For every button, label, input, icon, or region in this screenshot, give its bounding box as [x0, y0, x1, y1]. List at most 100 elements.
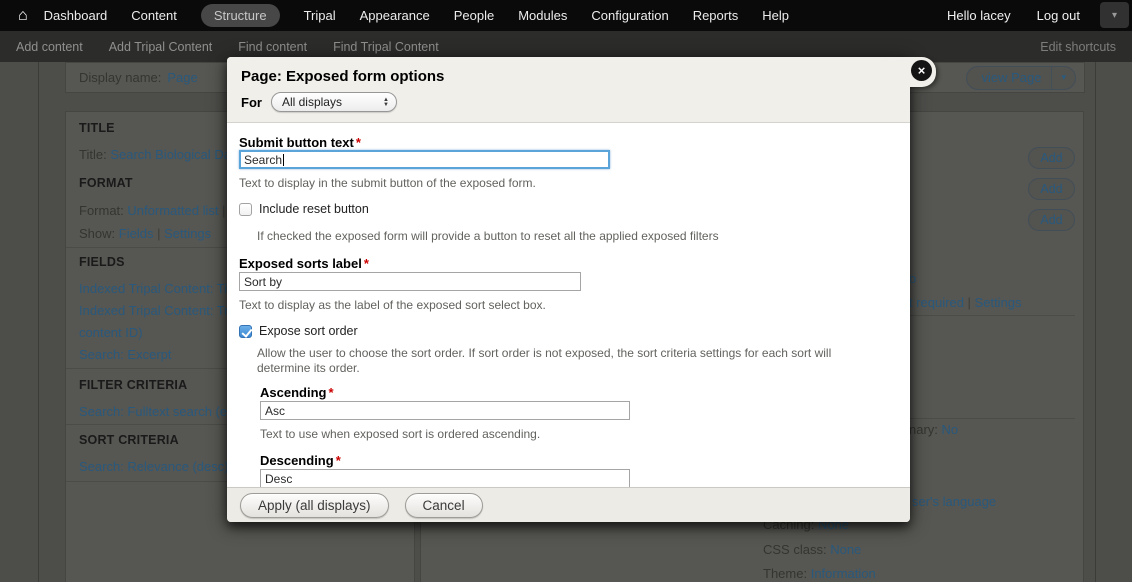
for-displays-selected-value: All displays: [282, 95, 342, 109]
expose-sort-order-description: Allow the user to choose the sort order.…: [257, 346, 885, 376]
clipped-exposed-form-row: t required | Settings: [909, 295, 1022, 310]
text-cursor: [283, 154, 284, 166]
submit-button-text-input[interactable]: [239, 150, 610, 169]
field-link-excerpt[interactable]: Search: Excerpt: [79, 347, 172, 362]
css-class-value-link[interactable]: None: [830, 542, 861, 557]
field-link-content-id-line2[interactable]: content ID): [79, 325, 143, 340]
admin-toolbar: ⌂ Dashboard Content Structure Tripal App…: [0, 0, 1132, 31]
toolbar-item-dashboard[interactable]: Dashboard: [44, 8, 108, 23]
ascending-description: Text to use when exposed sort is ordered…: [260, 427, 540, 442]
toolbar-item-structure[interactable]: Structure: [201, 4, 280, 27]
descending-input[interactable]: [260, 469, 630, 487]
format-row: Format: Unformatted list |: [79, 203, 225, 218]
sort-link-relevance[interactable]: Search: Relevance (desc): [79, 459, 229, 474]
exposed-sorts-label-input[interactable]: [239, 272, 581, 291]
css-class-row: CSS class: None: [763, 542, 861, 557]
include-reset-button-checkbox[interactable]: [239, 203, 252, 216]
expose-sort-order-row: Expose sort order: [239, 324, 358, 338]
clipped-summary-label: nary:: [909, 422, 938, 437]
section-sort-heading: SORT CRITERIA: [79, 433, 179, 448]
close-icon[interactable]: ×: [911, 60, 932, 81]
shortcut-find-tripal-content[interactable]: Find Tripal Content: [333, 40, 439, 54]
view-page-button[interactable]: view Page ▾: [966, 66, 1076, 90]
section-filter-heading: FILTER CRITERIA: [79, 378, 187, 393]
modal-header: Page: Exposed form options For All displ…: [227, 57, 910, 123]
include-reset-button-description: If checked the exposed form will provide…: [257, 229, 719, 244]
clipped-link-no[interactable]: o: [909, 271, 916, 286]
toolbar-item-help[interactable]: Help: [762, 8, 789, 23]
modal-body: Submit button text* Text to display in t…: [227, 123, 910, 487]
clipped-language-link[interactable]: ser's language: [912, 494, 996, 509]
page-right-border: [1095, 62, 1096, 582]
for-label: For: [241, 95, 262, 110]
required-mark: *: [336, 453, 341, 468]
section-fields-heading: FIELDS: [79, 255, 125, 270]
toolbar-item-configuration[interactable]: Configuration: [591, 8, 668, 23]
modal-title: Page: Exposed form options: [241, 68, 896, 85]
add-button[interactable]: Add: [1028, 147, 1075, 169]
screen: ⌂ Dashboard Content Structure Tripal App…: [0, 0, 1132, 582]
separator-pipe: |: [157, 226, 160, 241]
format-link[interactable]: Unformatted list: [127, 203, 218, 218]
required-mark: *: [364, 256, 369, 271]
exposed-form-options-modal: × Page: Exposed form options For All dis…: [227, 57, 910, 522]
home-icon[interactable]: ⌂: [18, 8, 28, 24]
include-reset-button-row: Include reset button: [239, 202, 369, 216]
shortcut-find-content[interactable]: Find content: [238, 40, 307, 54]
theme-row: Theme: Information: [763, 566, 876, 581]
logout-link[interactable]: Log out: [1037, 8, 1080, 23]
submit-button-text-label: Submit button text*: [239, 135, 361, 150]
section-title-heading: TITLE: [79, 121, 115, 136]
exposed-sorts-label: Exposed sorts label*: [239, 256, 369, 271]
expose-sort-order-label: Expose sort order: [259, 324, 358, 338]
descending-label: Descending*: [260, 453, 341, 468]
show-label: Show:: [79, 226, 115, 241]
toolbar-item-appearance[interactable]: Appearance: [360, 8, 430, 23]
view-page-caret-icon[interactable]: ▾: [1051, 67, 1075, 89]
add-button[interactable]: Add: [1028, 178, 1075, 200]
settings-link[interactable]: Settings: [975, 295, 1022, 310]
clipped-required-link[interactable]: t required: [909, 295, 964, 310]
required-mark: *: [356, 135, 361, 150]
add-button[interactable]: Add: [1028, 209, 1075, 231]
expose-sort-order-checkbox[interactable]: [239, 325, 252, 338]
format-label: Format:: [79, 203, 124, 218]
include-reset-button-label: Include reset button: [259, 202, 369, 216]
display-name-link[interactable]: Page: [167, 70, 197, 85]
shortcut-add-content[interactable]: Add content: [16, 40, 83, 54]
filter-link-fulltext[interactable]: Search: Fulltext search (expo: [79, 404, 248, 419]
required-mark: *: [328, 385, 333, 400]
title-link[interactable]: Search Biological Data: [110, 147, 242, 162]
modal-footer: Apply (all displays) Cancel: [227, 487, 910, 522]
for-displays-select[interactable]: All displays ▲▼: [271, 92, 397, 112]
clipped-summary-value-link[interactable]: No: [942, 422, 959, 437]
for-row: For All displays ▲▼: [241, 92, 896, 112]
toolbar-dropdown-caret-icon[interactable]: ▾: [1100, 2, 1129, 28]
toolbar-item-content[interactable]: Content: [131, 8, 177, 23]
select-arrows-icon: ▲▼: [383, 98, 389, 107]
title-label: Title:: [79, 147, 107, 162]
field-link-title[interactable]: Indexed Tripal Content: Title: [79, 281, 241, 296]
submit-button-text-description: Text to display in the submit button of …: [239, 176, 536, 191]
field-link-content-id-line1[interactable]: Indexed Tripal Content: Trip: [79, 303, 239, 318]
toolbar-item-reports[interactable]: Reports: [693, 8, 739, 23]
clipped-summary-row: nary: No: [909, 422, 958, 437]
show-fields-link[interactable]: Fields: [119, 226, 154, 241]
toolbar-item-tripal[interactable]: Tripal: [304, 8, 336, 23]
toolbar-item-people[interactable]: People: [454, 8, 494, 23]
ascending-input[interactable]: [260, 401, 630, 420]
user-greeting: Hello lacey: [947, 8, 1011, 23]
shortcut-add-tripal-content[interactable]: Add Tripal Content: [109, 40, 213, 54]
display-name-label: Display name:: [79, 70, 161, 85]
view-page-label: view Page: [967, 67, 1051, 89]
page-left-border: [38, 62, 39, 582]
theme-value-link[interactable]: Information: [811, 566, 876, 581]
theme-label: Theme:: [763, 566, 807, 581]
toolbar-menu: Dashboard Content Structure Tripal Appea…: [44, 4, 789, 27]
toolbar-item-modules[interactable]: Modules: [518, 8, 567, 23]
cancel-button[interactable]: Cancel: [405, 493, 483, 518]
apply-button[interactable]: Apply (all displays): [240, 493, 389, 518]
edit-shortcuts-link[interactable]: Edit shortcuts: [1040, 40, 1116, 54]
show-settings-link[interactable]: Settings: [164, 226, 211, 241]
css-class-label: CSS class:: [763, 542, 827, 557]
